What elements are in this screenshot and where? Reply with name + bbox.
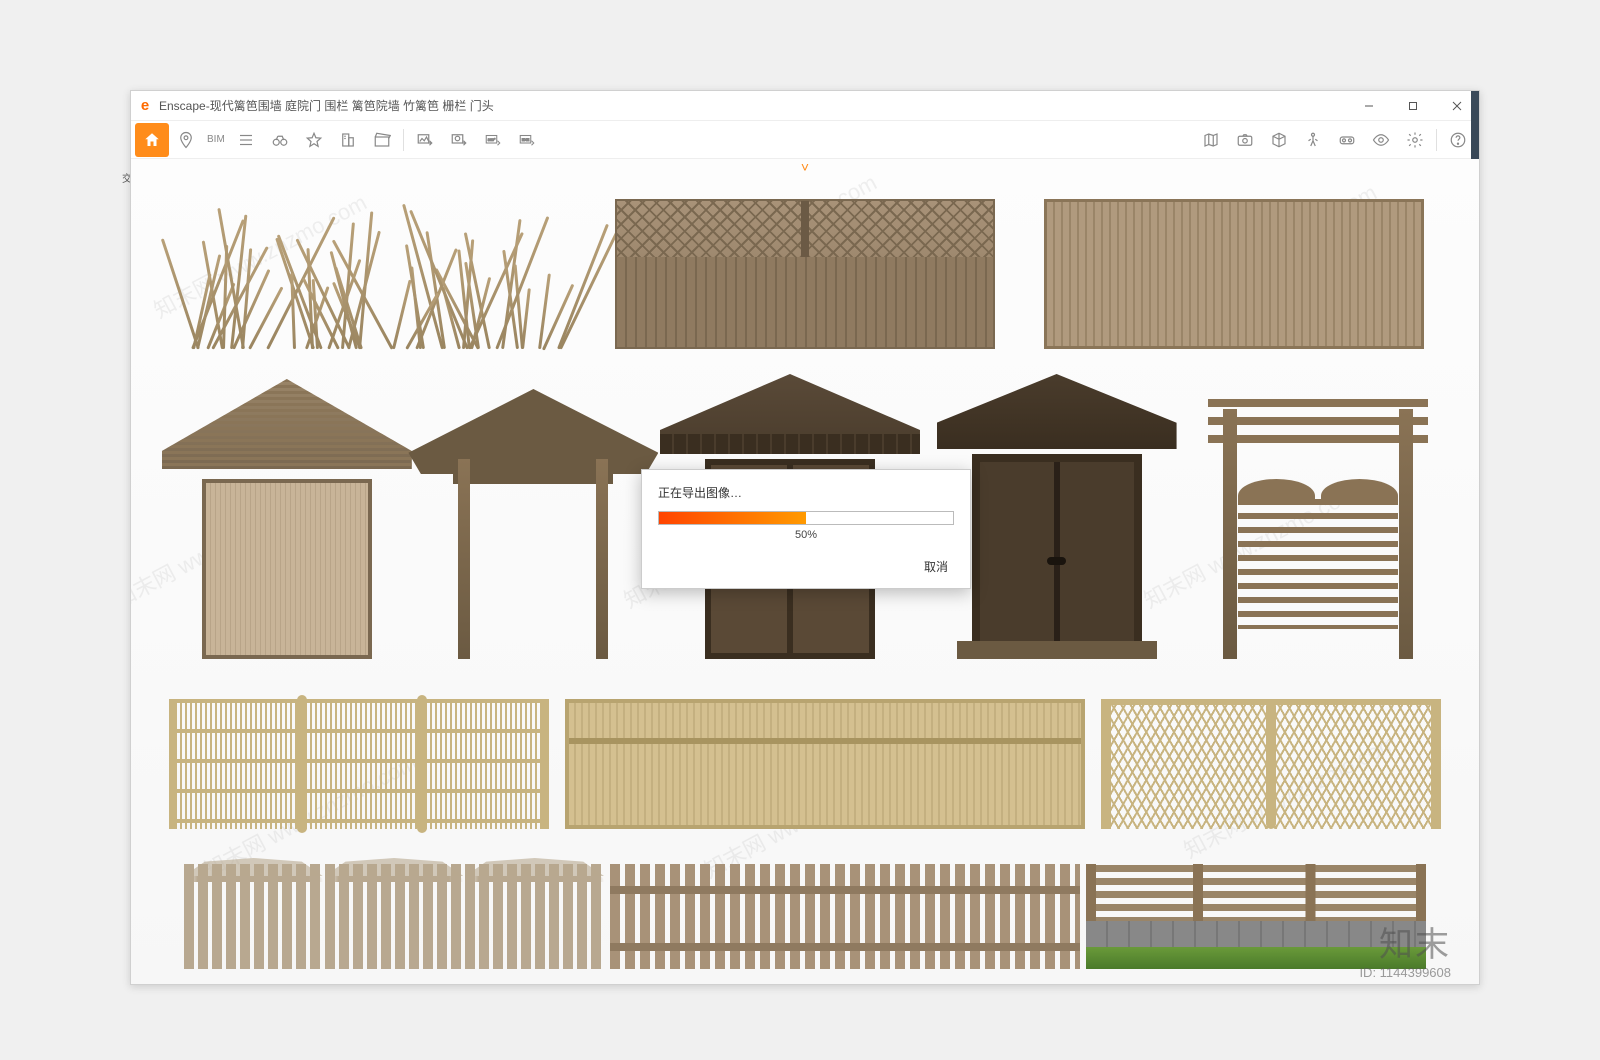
model-lattice-fence <box>615 199 995 349</box>
visibility-button[interactable] <box>1364 123 1398 157</box>
cancel-button[interactable]: 取消 <box>918 555 954 578</box>
asset-id-label: ID: 1144399608 <box>1359 965 1451 980</box>
export-image-button[interactable] <box>408 123 442 157</box>
settings-button[interactable] <box>1398 123 1432 157</box>
walk-mode-button[interactable] <box>1296 123 1330 157</box>
model-bamboo-sticks: /*placeholder*/ <box>186 199 566 349</box>
render-viewport[interactable]: ˅ 知末网 www.znzmo.com 知末网 www.znzmo.com 知末… <box>131 159 1479 984</box>
vr-button[interactable] <box>1330 123 1364 157</box>
cube-button[interactable] <box>1262 123 1296 157</box>
export-exe-button[interactable]: EXE <box>510 123 544 157</box>
model-bamboo-rail-fence <box>169 699 549 829</box>
model-vertical-slat-fence <box>1044 199 1424 349</box>
binoculars-button[interactable] <box>263 123 297 157</box>
export-pano-button[interactable] <box>442 123 476 157</box>
bim-label: BIM <box>207 134 225 145</box>
progress-fill <box>659 512 806 524</box>
model-open-roof-gate <box>433 389 633 659</box>
export-progress-dialog: 正在导出图像… 50% 取消 <box>641 469 971 589</box>
model-arched-picket-fence <box>184 864 604 969</box>
favorite-button[interactable] <box>297 123 331 157</box>
minimize-button[interactable] <box>1347 91 1391 121</box>
menu-button[interactable] <box>229 123 263 157</box>
model-row-picket-fences <box>131 859 1479 969</box>
progress-bar <box>658 511 954 525</box>
clapper-button[interactable] <box>365 123 399 157</box>
model-bamboo-reed-fence <box>565 699 1085 829</box>
pin-button[interactable] <box>169 123 203 157</box>
panel-expand-chevron-icon[interactable]: ˅ <box>801 159 809 175</box>
model-row-bamboo-fences <box>131 689 1479 829</box>
svg-text:EXE: EXE <box>522 137 530 141</box>
model-thatched-gate <box>182 379 392 659</box>
model-pergola-gate <box>1208 389 1428 659</box>
export-360-button[interactable]: 360° <box>476 123 510 157</box>
adjacent-window-sliver: 交 <box>122 140 130 540</box>
maximize-button[interactable] <box>1391 91 1435 121</box>
help-button[interactable] <box>1441 123 1475 157</box>
app-name: Enscape <box>159 99 206 113</box>
model-row-fences-top: /*placeholder*/ <box>131 179 1479 349</box>
svg-text:360°: 360° <box>488 137 496 141</box>
model-horizontal-slat-fence <box>1086 864 1426 969</box>
minimap-button[interactable] <box>1194 123 1228 157</box>
title-bar: e Enscape - 现代篱笆围墙 庭院门 围栏 篱笆院墙 竹篱笆 栅栏 门头 <box>131 91 1479 121</box>
building-button[interactable] <box>331 123 365 157</box>
progress-percent-label: 50% <box>658 529 954 541</box>
main-toolbar: BIM 360° EXE <box>131 121 1479 159</box>
model-straight-picket-fence <box>610 864 1080 969</box>
app-window: e Enscape - 现代篱笆围墙 庭院门 围栏 篱笆院墙 竹篱笆 栅栏 门头… <box>130 90 1480 985</box>
model-heavy-wood-gate <box>947 374 1167 659</box>
enscape-app-icon: e <box>131 92 159 120</box>
brand-watermark: 知末 <box>1379 917 1451 966</box>
model-bamboo-cross-fence <box>1101 699 1441 829</box>
document-title: 现代篱笆围墙 庭院门 围栏 篱笆院墙 竹篱笆 栅栏 门头 <box>210 97 494 114</box>
screenshot-button[interactable] <box>1228 123 1262 157</box>
dialog-title: 正在导出图像… <box>658 484 954 501</box>
home-button[interactable] <box>135 123 169 157</box>
